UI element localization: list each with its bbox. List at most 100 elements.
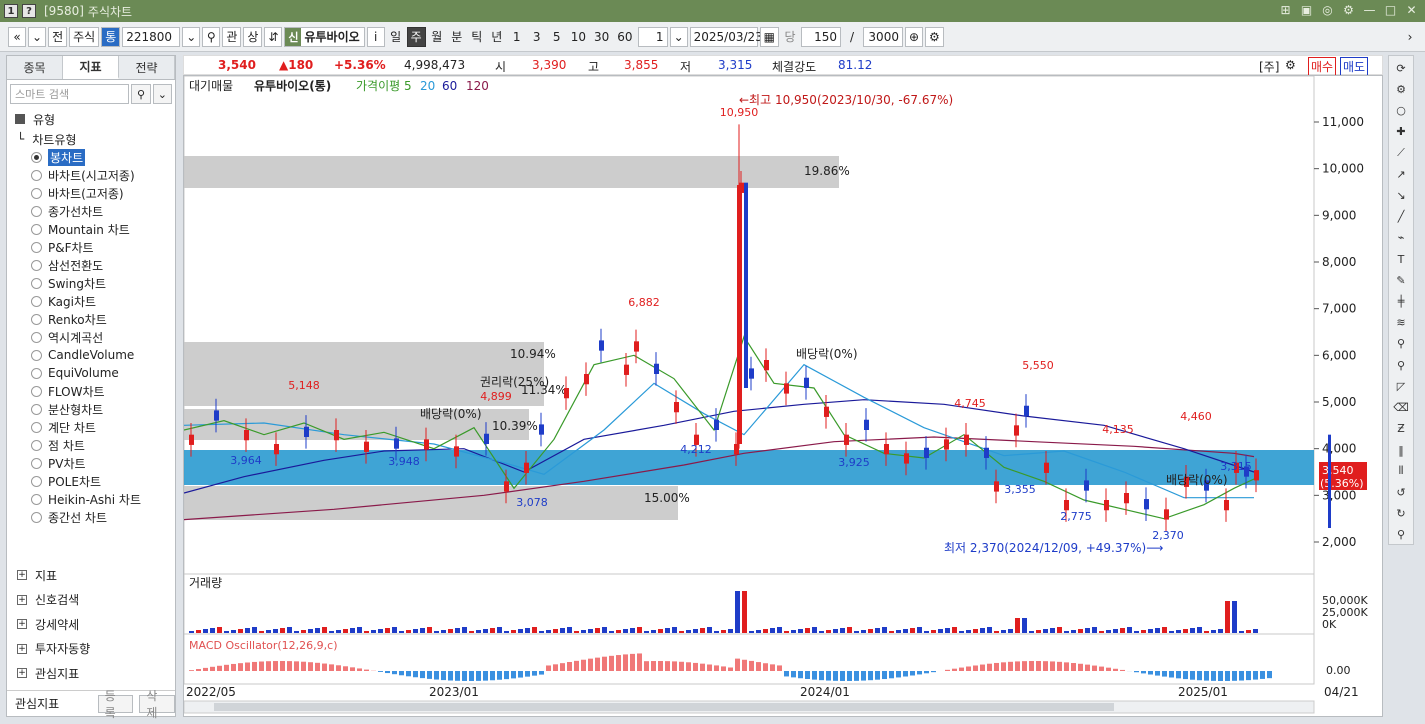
- radio-icon[interactable]: [31, 385, 42, 397]
- quote-settings-icon[interactable]: ⚙: [1285, 58, 1296, 72]
- radio-icon[interactable]: [31, 277, 42, 289]
- expand-plus-icon[interactable]: +: [17, 668, 27, 679]
- period-minute[interactable]: 분: [448, 27, 466, 47]
- chart-type-item[interactable]: 점 차트: [7, 436, 175, 454]
- close-icon[interactable]: ✕: [1404, 3, 1419, 18]
- radio-icon[interactable]: [31, 313, 42, 325]
- chart-type-item[interactable]: EquiVolume: [7, 364, 175, 382]
- radio-icon[interactable]: [31, 331, 42, 343]
- gwan-button[interactable]: 관: [222, 26, 242, 47]
- erase-icon[interactable]: ⌫: [1392, 399, 1410, 417]
- undo-icon[interactable]: ↺: [1392, 483, 1410, 501]
- chart-type-item[interactable]: Swing차트: [7, 274, 175, 292]
- bars-icon[interactable]: ⦀: [1392, 462, 1410, 480]
- expand-icon[interactable]: ›: [1401, 27, 1419, 47]
- indicator-group[interactable]: + 투자자동향: [7, 637, 175, 662]
- chart-type-item[interactable]: 삼선전환도: [7, 256, 175, 274]
- refresh-icon[interactable]: ⟳: [1392, 59, 1410, 77]
- radio-icon[interactable]: [31, 205, 42, 217]
- register-button[interactable]: 등록: [97, 689, 134, 720]
- radio-icon[interactable]: [31, 457, 42, 469]
- expand-plus-icon[interactable]: +: [17, 594, 27, 605]
- period-tick[interactable]: 틱: [468, 27, 486, 47]
- tab-strategy[interactable]: 전략: [119, 56, 175, 79]
- trend-tool-icon[interactable]: ↘: [1392, 186, 1410, 204]
- updown-icon[interactable]: ⇵: [264, 26, 283, 47]
- maximize-icon[interactable]: □: [1383, 3, 1398, 18]
- radio-icon[interactable]: [31, 475, 42, 487]
- measure-icon[interactable]: ◸: [1392, 377, 1410, 395]
- help-icon[interactable]: ?: [22, 4, 36, 18]
- calendar-icon[interactable]: ▦: [759, 26, 779, 47]
- chart-type-header[interactable]: └ 차트유형: [7, 130, 175, 148]
- chart-type-item[interactable]: 종가선차트: [7, 202, 175, 220]
- date-input[interactable]: 2025/03/23: [689, 26, 763, 47]
- chart-type-item[interactable]: 역시계곡선: [7, 328, 175, 346]
- radio-icon[interactable]: [31, 223, 42, 235]
- line-tool-icon[interactable]: ⟋: [1392, 144, 1410, 162]
- interval-10[interactable]: 10: [568, 27, 589, 47]
- chart-type-item[interactable]: 종간선 차트: [7, 508, 175, 526]
- toolbar-settings-icon[interactable]: ⚙: [925, 26, 944, 47]
- period-year[interactable]: 년: [488, 27, 506, 47]
- dropdown-icon[interactable]: ⌄: [28, 26, 47, 47]
- indicator-group[interactable]: + 강세약세: [7, 612, 175, 637]
- radio-icon[interactable]: [31, 241, 42, 253]
- period-month[interactable]: 월: [428, 27, 446, 47]
- collapse-icon[interactable]: ⌄: [152, 84, 172, 104]
- count-dropdown-icon[interactable]: ⌄: [669, 26, 688, 47]
- expand-plus-icon[interactable]: +: [17, 619, 27, 630]
- interval-5[interactable]: 5: [548, 27, 566, 47]
- zigzag-icon[interactable]: Ƶ: [1392, 420, 1410, 438]
- chart-type-item[interactable]: Mountain 차트: [7, 220, 175, 238]
- chart-type-item[interactable]: CandleVolume: [7, 346, 175, 364]
- search-icon[interactable]: ⚲: [202, 26, 221, 47]
- radio-icon[interactable]: [31, 367, 42, 379]
- radio-icon[interactable]: [31, 349, 42, 361]
- settings-icon[interactable]: ⚙: [1341, 3, 1356, 18]
- radio-icon[interactable]: [31, 439, 42, 451]
- gear-icon[interactable]: ⚙: [1392, 80, 1410, 98]
- expand-plus-icon[interactable]: +: [17, 570, 27, 581]
- stock-chart-svg[interactable]: 19.86%10.94%11.34%10.39%15.00%11,00010,0…: [183, 75, 1384, 718]
- smart-search-input[interactable]: 스마트 검색: [10, 84, 130, 104]
- radio-icon[interactable]: [31, 259, 42, 271]
- save-icon[interactable]: ▣: [1299, 3, 1314, 18]
- zoom-icon[interactable]: ⊕: [904, 26, 924, 47]
- redo-icon[interactable]: ↻: [1392, 505, 1410, 523]
- camera-icon[interactable]: ◎: [1320, 3, 1335, 18]
- interval-3[interactable]: 3: [528, 27, 546, 47]
- crosshair-icon[interactable]: ✚: [1392, 123, 1410, 141]
- radio-icon[interactable]: [31, 493, 42, 505]
- chart-area[interactable]: 19.86% 10.94% 11.34% 10.39% 15.00% 11,000 10,0…: [183, 75, 1383, 717]
- tab-indicator[interactable]: 지표: [63, 56, 119, 79]
- chart-type-item[interactable]: 분산형차트: [7, 400, 175, 418]
- group-type[interactable]: 유형: [7, 108, 175, 130]
- buy-button[interactable]: 매수: [1308, 57, 1337, 76]
- chart-type-item[interactable]: Kagi차트: [7, 292, 175, 310]
- indicator-group[interactable]: + 신호검색: [7, 588, 175, 613]
- chart-type-item[interactable]: 바차트(시고저종): [7, 166, 175, 184]
- chart-type-item[interactable]: 바차트(고저종): [7, 184, 175, 202]
- radio-icon[interactable]: [31, 295, 42, 307]
- candle-tool-icon[interactable]: ╪: [1392, 292, 1410, 310]
- prev-icon[interactable]: «: [8, 26, 26, 47]
- code-dropdown-icon[interactable]: ⌄: [182, 26, 201, 47]
- period-day[interactable]: 일: [387, 27, 405, 47]
- radio-icon[interactable]: [31, 511, 42, 523]
- info-button[interactable]: i: [366, 26, 385, 47]
- link-icon[interactable]: ⊞: [1278, 3, 1293, 18]
- interval-60[interactable]: 60: [614, 27, 635, 47]
- radio-icon[interactable]: [31, 421, 42, 433]
- pattern-tool-icon[interactable]: ✎: [1392, 271, 1410, 289]
- first-button[interactable]: 전: [48, 26, 68, 47]
- radio-icon[interactable]: [31, 187, 42, 199]
- vertical-lines-icon[interactable]: ‖: [1392, 441, 1410, 459]
- diagonal-tool-icon[interactable]: ╱: [1392, 208, 1410, 226]
- interval-1[interactable]: 1: [508, 27, 526, 47]
- view-count-input[interactable]: 150: [800, 26, 841, 47]
- expand-plus-icon[interactable]: +: [17, 643, 27, 654]
- total-count-input[interactable]: 3000: [862, 26, 903, 47]
- text-tool-icon[interactable]: T: [1392, 250, 1410, 268]
- count-input[interactable]: 1: [637, 26, 668, 47]
